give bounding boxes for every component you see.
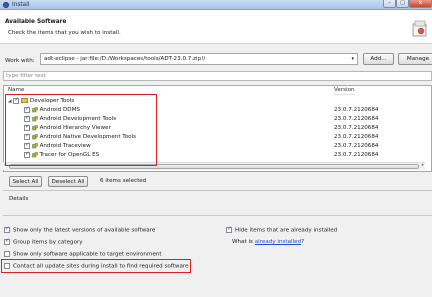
work-with-combo[interactable]: adt-eclipse - jar:file:/D:/Workspaces/to… [40, 53, 358, 65]
option-latest-versions[interactable]: Show only the latest versions of availab… [4, 226, 156, 234]
selection-count: 6 items selected [100, 178, 147, 184]
window-title: Install [12, 1, 30, 8]
what-is-prefix: What is [232, 239, 255, 245]
chevron-down-icon[interactable]: ▾ [351, 54, 354, 64]
scroll-right-icon[interactable]: ▸ [422, 163, 424, 168]
hide-installed-checkbox[interactable] [226, 226, 232, 233]
hide-installed-label: Hide items that are already installed [235, 227, 338, 234]
what-is-installed-text: What is already installed? [232, 239, 304, 245]
group-by-category-checkbox[interactable] [4, 238, 10, 245]
applicable-only-label: Show only software applicable to target … [13, 251, 162, 258]
already-installed-link[interactable]: already installed [255, 239, 301, 245]
annotation-highlight-box [5, 94, 157, 166]
option-applicable-only[interactable]: Show only software applicable to target … [4, 251, 162, 258]
divider [3, 190, 432, 191]
banner-title: Available Software [5, 19, 67, 25]
eclipse-app-icon [3, 2, 9, 8]
header-banner [0, 10, 432, 44]
manage-button[interactable]: Manage [398, 53, 432, 65]
annotation-highlight-box [1, 259, 191, 273]
filter-input[interactable]: type filter text [3, 71, 432, 81]
title-bar [0, 0, 432, 10]
column-header-version[interactable]: Version [334, 86, 355, 95]
work-with-value: adt-eclipse - jar:file:/D:/Workspaces/to… [44, 56, 206, 62]
option-group-by-category[interactable]: Group items by category [4, 238, 83, 246]
tree-item-version: 23.0.7.2120684 [334, 116, 379, 122]
banner-description: Check the items that you wish to install… [8, 30, 121, 36]
work-with-label: Work with: [5, 58, 35, 64]
group-by-category-label: Group items by category [13, 239, 83, 246]
tree-item-version: 23.0.7.2120684 [334, 134, 379, 140]
applicable-only-checkbox[interactable] [4, 251, 10, 257]
divider [3, 215, 432, 216]
tree-item-version: 23.0.7.2120684 [334, 125, 379, 131]
details-label: Details [9, 196, 29, 202]
tree-item-version: 23.0.7.2120684 [334, 152, 379, 158]
install-wizard-icon [412, 20, 427, 37]
option-hide-installed[interactable]: Hide items that are already installed [226, 226, 338, 234]
tree-item-version: 23.0.7.2120684 [334, 143, 379, 149]
minimize-button[interactable]: – [383, 0, 396, 8]
close-button[interactable]: × [409, 0, 432, 8]
deselect-all-button[interactable]: Deselect All [48, 176, 88, 187]
tree-item-version: 23.0.7.2120684 [334, 107, 379, 113]
latest-versions-label: Show only the latest versions of availab… [13, 227, 156, 234]
maximize-button[interactable]: □ [396, 0, 409, 8]
add-button[interactable]: Add... [363, 53, 394, 65]
latest-versions-checkbox[interactable] [4, 226, 10, 233]
what-is-suffix: ? [301, 239, 305, 245]
select-all-button[interactable]: Select All [9, 176, 42, 187]
